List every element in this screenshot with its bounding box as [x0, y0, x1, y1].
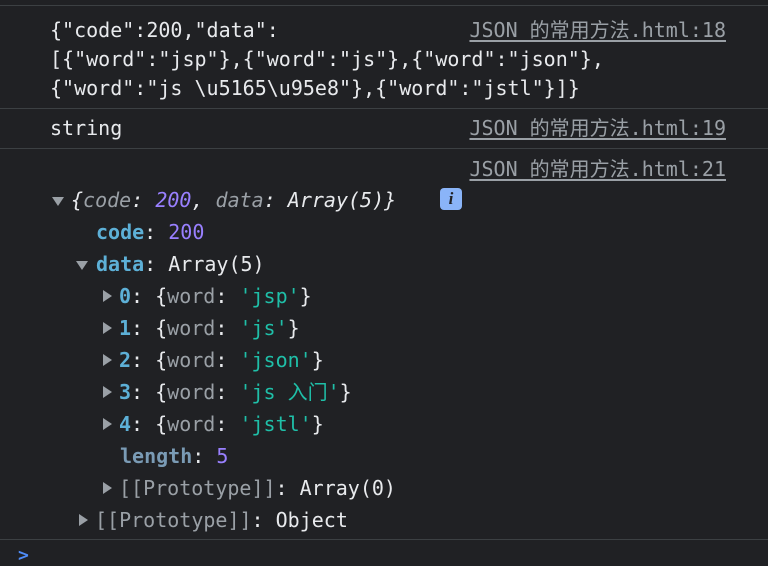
log-type-text: string [50, 116, 123, 140]
message-separator [0, 148, 768, 149]
array-item[interactable]: 1: {word: 'js'} [119, 314, 300, 343]
collapse-triangle-icon[interactable] [103, 386, 112, 398]
collapse-triangle-icon[interactable] [103, 354, 112, 366]
expand-triangle-icon[interactable] [76, 261, 88, 270]
log-line-1: {"code":200,"data": [50, 18, 279, 42]
array-item[interactable]: 2: {word: 'json'} [119, 346, 324, 375]
source-link-19[interactable]: JSON 的常用方法.html:19 [469, 114, 726, 143]
log-line-2: [{"word":"jsp"},{"word":"js"},{"word":"j… [50, 47, 604, 71]
object-prototype[interactable]: [[Prototype]]: Object [95, 506, 348, 535]
log-line-3: {"word":"js \u5165\u95e8"},{"word":"jstl… [50, 76, 580, 100]
console-input[interactable] [40, 542, 740, 564]
array-item[interactable]: 3: {word: 'js 入门'} [119, 378, 352, 407]
source-link-21[interactable]: JSON 的常用方法.html:21 [469, 155, 726, 184]
collapse-triangle-icon[interactable] [103, 418, 112, 430]
collapse-triangle-icon[interactable] [103, 322, 112, 334]
array-item[interactable]: 4: {word: 'jstl'} [119, 410, 324, 439]
expand-triangle-icon[interactable] [52, 197, 64, 206]
top-separator [0, 5, 768, 6]
array-prototype[interactable]: [[Prototype]]: Array(0) [119, 474, 396, 503]
collapse-triangle-icon[interactable] [103, 290, 112, 302]
property-row-length: length: 5 [120, 444, 229, 468]
console-prompt-caret-icon: > [18, 545, 29, 566]
data-label[interactable]: data: Array(5) [96, 250, 265, 279]
array-item[interactable]: 0: {word: 'jsp'} [119, 282, 312, 311]
prompt-separator [0, 539, 768, 540]
collapse-triangle-icon[interactable] [79, 514, 88, 526]
property-row-code: code: 200 [96, 220, 205, 244]
info-icon[interactable]: i [440, 188, 462, 210]
message-separator [0, 108, 768, 109]
source-link-18[interactable]: JSON 的常用方法.html:18 [469, 16, 726, 45]
object-summary[interactable]: {code: 200, data: Array(5)} [71, 186, 396, 215]
collapse-triangle-icon[interactable] [103, 482, 112, 494]
